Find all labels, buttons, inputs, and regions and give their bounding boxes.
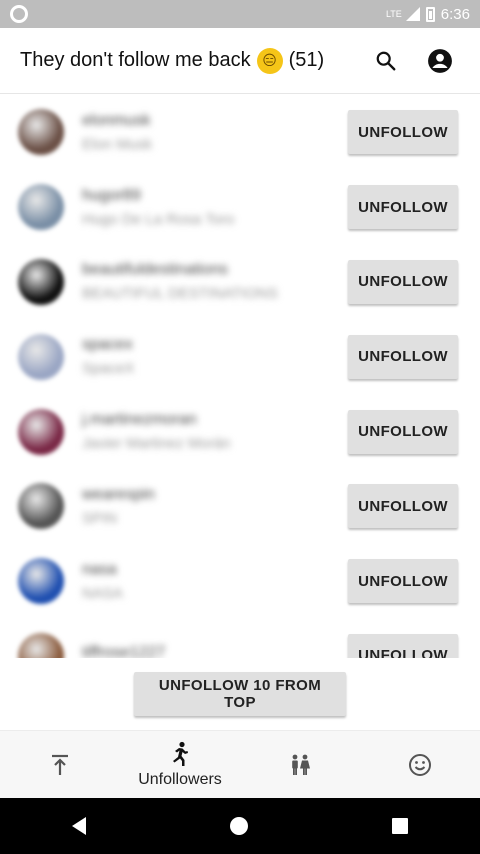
account-button[interactable] bbox=[420, 41, 460, 81]
signal-icon bbox=[405, 7, 420, 21]
unfollow-button[interactable]: UNFOLLOW bbox=[348, 484, 458, 529]
user-names: spacex SpaceX bbox=[82, 336, 348, 377]
unfollow-button[interactable]: UNFOLLOW bbox=[348, 110, 458, 155]
list-item[interactable]: nasa NASA UNFOLLOW bbox=[0, 544, 480, 619]
list-item[interactable]: hugor89 Hugo De La Rosa Toro UNFOLLOW bbox=[0, 170, 480, 245]
list-item[interactable]: beautifuldestinations BEAUTIFUL DESTINATI… bbox=[0, 245, 480, 320]
full-name: Hugo De La Rosa Toro bbox=[82, 210, 235, 228]
bottom-action-area: UNFOLLOW 10 FROM TOP bbox=[0, 658, 480, 730]
avatar[interactable] bbox=[18, 558, 64, 605]
username: j.martinezmoran bbox=[82, 411, 197, 429]
username: hugor89 bbox=[82, 186, 141, 204]
avatar[interactable] bbox=[18, 632, 64, 658]
people-icon bbox=[292, 754, 310, 775]
unfollow-10-from-top-button[interactable]: UNFOLLOW 10 FROM TOP bbox=[134, 672, 346, 716]
unfollowers-list[interactable]: elonmusk Elon Musk UNFOLLOW hugor89 Hugo De … bbox=[0, 95, 480, 658]
app-bar: They don't follow me back 😑 (51) bbox=[0, 28, 480, 94]
status-bar: LTE 6:36 bbox=[0, 0, 480, 28]
network-type: LTE bbox=[385, 9, 402, 19]
user-names: j.martinezmoran Javier Martinez Morán bbox=[82, 411, 348, 452]
user-names: elonmusk Elon Musk bbox=[82, 112, 348, 153]
system-nav-bar bbox=[0, 798, 480, 854]
running-person-icon bbox=[173, 741, 188, 766]
nav-item-people[interactable] bbox=[240, 731, 360, 798]
search-button[interactable] bbox=[366, 41, 406, 81]
unfollow-button[interactable]: UNFOLLOW bbox=[348, 409, 458, 454]
battery-icon bbox=[425, 6, 435, 22]
list-item[interactable]: j.martinezmoran Javier Martinez Morán UNFO… bbox=[0, 394, 480, 469]
title-count: (51) bbox=[288, 49, 325, 71]
nav-item-unfollowers[interactable]: Unfollowers bbox=[120, 731, 240, 798]
smiley-icon bbox=[409, 753, 431, 776]
user-names: wearespin SPIN bbox=[82, 486, 348, 527]
list-item[interactable]: tiffrose1227 UNFOLLOW bbox=[0, 619, 480, 658]
unfollow-button[interactable]: UNFOLLOW bbox=[348, 633, 458, 658]
recents-icon[interactable] bbox=[392, 818, 408, 834]
user-names: beautifuldestinations BEAUTIFUL DESTINATI… bbox=[82, 261, 348, 302]
full-name: SPIN bbox=[82, 509, 118, 527]
notification-icon bbox=[10, 5, 28, 23]
nav-label-unfollowers: Unfollowers bbox=[138, 770, 222, 788]
avatar[interactable] bbox=[18, 258, 64, 305]
username: elonmusk bbox=[82, 111, 151, 129]
user-names: tiffrose1227 bbox=[82, 644, 348, 658]
list-item[interactable]: elonmusk Elon Musk UNFOLLOW bbox=[0, 95, 480, 170]
account-circle-icon bbox=[428, 48, 452, 73]
full-name: SpaceX bbox=[82, 360, 135, 378]
page-title: They don't follow me back 😑 (51) bbox=[20, 47, 352, 74]
username: wearespin bbox=[82, 485, 155, 503]
user-names: hugor89 Hugo De La Rosa Toro bbox=[82, 187, 348, 228]
avatar[interactable] bbox=[18, 184, 64, 231]
full-name: BEAUTIFUL DESTINATIONS bbox=[82, 285, 278, 303]
list-item[interactable]: spacex SpaceX UNFOLLOW bbox=[0, 319, 480, 394]
avatar[interactable] bbox=[18, 483, 64, 530]
avatar[interactable] bbox=[18, 333, 64, 380]
scroll-to-top-icon bbox=[52, 754, 68, 775]
unfollow-button[interactable]: UNFOLLOW bbox=[348, 259, 458, 304]
full-name: NASA bbox=[82, 584, 123, 602]
nav-item-smiley[interactable] bbox=[360, 731, 480, 798]
unfollow-button[interactable]: UNFOLLOW bbox=[348, 559, 458, 604]
avatar[interactable] bbox=[18, 109, 64, 156]
avatar[interactable] bbox=[18, 408, 64, 455]
full-name: Javier Martinez Morán bbox=[82, 435, 231, 453]
clock: 6:36 bbox=[440, 5, 470, 23]
unfollow-button[interactable]: UNFOLLOW bbox=[348, 185, 458, 230]
username: beautifuldestinations bbox=[82, 261, 228, 279]
full-name: Elon Musk bbox=[82, 135, 153, 153]
back-icon[interactable] bbox=[72, 817, 86, 835]
unfollow-button[interactable]: UNFOLLOW bbox=[348, 334, 458, 379]
bottom-nav: Unfollowers bbox=[0, 730, 480, 798]
username: nasa bbox=[82, 560, 117, 578]
user-names: nasa NASA bbox=[82, 561, 348, 602]
search-icon bbox=[376, 51, 396, 70]
list-item[interactable]: wearespin SPIN UNFOLLOW bbox=[0, 469, 480, 544]
home-icon[interactable] bbox=[230, 817, 248, 835]
title-text: They don't follow me back bbox=[20, 49, 251, 71]
nav-item-scroll-top[interactable] bbox=[0, 731, 120, 798]
expressionless-face-icon: 😑 bbox=[256, 47, 283, 74]
username: tiffrose1227 bbox=[82, 643, 166, 658]
username: spacex bbox=[82, 336, 133, 354]
